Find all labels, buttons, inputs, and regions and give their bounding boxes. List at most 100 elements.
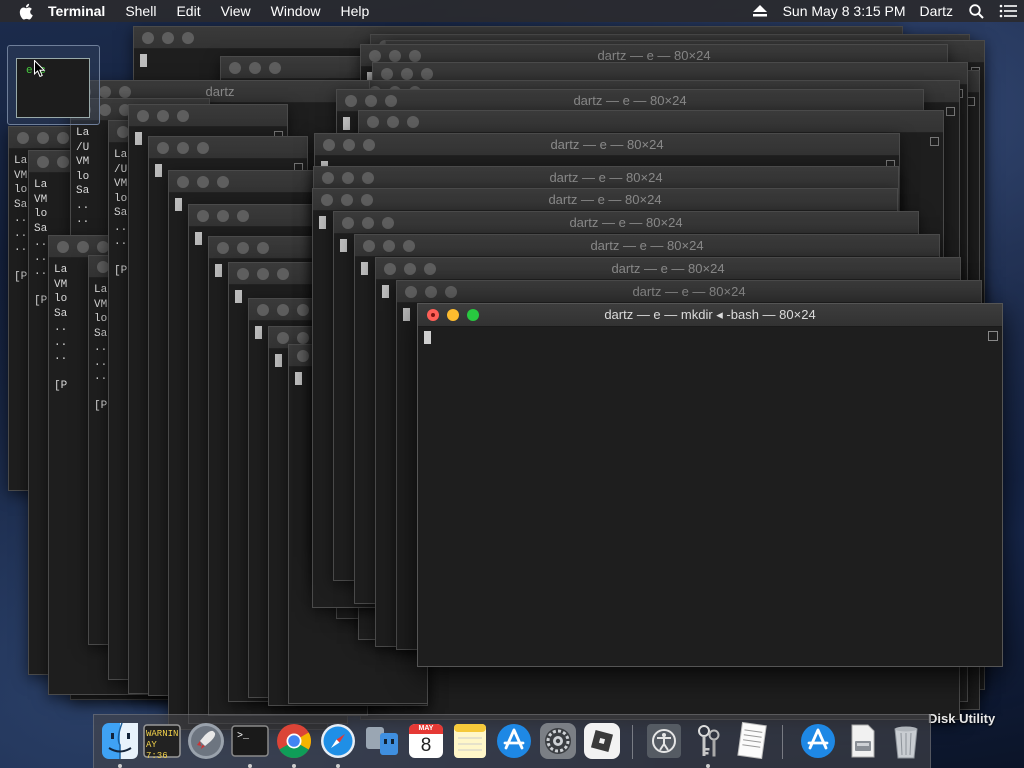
dock-trash[interactable] (886, 721, 926, 761)
menu-window[interactable]: Window (261, 0, 331, 22)
window-titlebar[interactable] (129, 105, 287, 127)
minimize-button[interactable] (297, 332, 309, 344)
window-titlebar[interactable] (359, 111, 943, 133)
zoom-button[interactable] (197, 142, 209, 154)
terminal-cursor (195, 232, 202, 245)
dock-keychain-access[interactable] (688, 721, 728, 768)
minimize-button[interactable] (277, 304, 289, 316)
spotlight-search-icon[interactable] (966, 0, 986, 22)
terminal-cursor (255, 326, 262, 339)
minimize-button[interactable] (237, 242, 249, 254)
close-button[interactable] (137, 110, 149, 122)
dock-system-preferences[interactable] (538, 721, 578, 761)
window-titlebar[interactable]: dartz — e — 80×24 (334, 212, 918, 234)
zoom-button[interactable] (182, 32, 194, 44)
dock-notes[interactable] (450, 721, 490, 761)
apple-menu-icon[interactable] (18, 0, 34, 22)
window-title: dartz — e — 80×24 (569, 215, 683, 230)
window-titlebar[interactable]: dartz — e — 80×24 (314, 167, 898, 189)
running-indicator (292, 764, 296, 768)
close-button[interactable] (217, 242, 229, 254)
dock-console[interactable]: WARNIN AY 7:36 (142, 721, 182, 761)
close-button[interactable] (142, 32, 154, 44)
minimize-button[interactable] (99, 104, 111, 116)
window-titlebar[interactable]: dartz — e — 80×24 (376, 258, 960, 280)
window-controls (142, 32, 194, 44)
minimize-button[interactable] (217, 210, 229, 222)
close-button[interactable] (257, 304, 269, 316)
menu-edit[interactable]: Edit (166, 0, 210, 22)
window-titlebar[interactable]: dartz — e — 80×24 (337, 90, 923, 112)
close-button[interactable] (157, 142, 169, 154)
zoom-button[interactable] (177, 110, 189, 122)
minimize-button[interactable] (162, 32, 174, 44)
close-button[interactable] (367, 116, 379, 128)
minimize-button[interactable] (257, 268, 269, 280)
dock-installer-disk[interactable] (842, 721, 882, 761)
dock-chrome[interactable] (274, 721, 314, 768)
menu-app-terminal[interactable]: Terminal (44, 0, 115, 22)
dock-migration-assistant[interactable] (362, 721, 402, 761)
split-pane-icon[interactable] (930, 137, 939, 146)
close-button[interactable] (177, 176, 189, 188)
window-titlebar[interactable]: dartz — e — 80×24 (397, 281, 981, 303)
dock-app-store[interactable] (494, 721, 534, 761)
running-indicator (248, 764, 252, 768)
dock-finder[interactable] (100, 721, 140, 768)
front-window-titlebar[interactable]: dartz — e — mkdir ◂ -bash — 80×24 (418, 304, 1002, 327)
window-titlebar[interactable]: dartz — e — 80×24 (313, 189, 897, 211)
split-pane-icon[interactable] (988, 331, 998, 341)
dock-safari[interactable] (318, 721, 358, 768)
zoom-button[interactable] (217, 176, 229, 188)
zoom-button[interactable] (269, 62, 281, 74)
dock-terminal[interactable]: >_ (230, 721, 270, 768)
menu-shell[interactable]: Shell (115, 0, 166, 22)
window-titlebar[interactable] (149, 137, 307, 159)
close-button[interactable] (381, 68, 393, 80)
close-button[interactable] (237, 268, 249, 280)
window-titlebar[interactable] (169, 171, 327, 193)
split-pane-icon[interactable] (946, 107, 955, 116)
zoom-button[interactable] (277, 268, 289, 280)
window-titlebar[interactable]: dartz — e — 80×24 (315, 134, 899, 156)
dock-accessibility-inspector[interactable] (644, 721, 684, 761)
notification-center-icon[interactable] (998, 0, 1018, 22)
window-title: dartz — e — 80×24 (550, 137, 664, 152)
dock-calendar[interactable]: MAY 8 (406, 721, 446, 761)
minimize-button[interactable] (77, 241, 89, 253)
zoom-button[interactable] (297, 304, 309, 316)
zoom-button[interactable] (237, 210, 249, 222)
minimize-button[interactable] (177, 142, 189, 154)
zoom-button[interactable] (257, 242, 269, 254)
minimize-button[interactable] (157, 110, 169, 122)
minimize-button[interactable] (387, 116, 399, 128)
zoom-button[interactable] (421, 68, 433, 80)
close-button[interactable] (297, 350, 309, 362)
minimize-button[interactable] (57, 156, 69, 168)
minimize-button[interactable] (401, 68, 413, 80)
close-button[interactable] (229, 62, 241, 74)
zoom-button[interactable] (57, 132, 69, 144)
window-thumbnail[interactable]: e c (16, 58, 90, 118)
menu-user[interactable]: Dartz (913, 0, 960, 22)
minimize-button[interactable] (249, 62, 261, 74)
close-button[interactable] (197, 210, 209, 222)
window-titlebar[interactable]: dartz — e — 80×24 (355, 235, 939, 257)
close-button[interactable] (17, 132, 29, 144)
menu-view[interactable]: View (211, 0, 261, 22)
close-button[interactable] (57, 241, 69, 253)
zoom-button[interactable] (407, 116, 419, 128)
minimize-button[interactable] (197, 176, 209, 188)
dock-textedit[interactable] (732, 721, 772, 761)
dock-app-store-download[interactable] (798, 721, 838, 761)
window-title: dartz — e — 80×24 (611, 261, 725, 276)
minimize-button[interactable] (37, 132, 49, 144)
menu-help[interactable]: Help (330, 0, 379, 22)
eject-icon[interactable] (750, 0, 770, 22)
front-terminal-window[interactable]: dartz — e — mkdir ◂ -bash — 80×24 (417, 303, 1003, 667)
close-button[interactable] (37, 156, 49, 168)
close-button[interactable] (277, 332, 289, 344)
dock-roblox[interactable] (582, 721, 622, 761)
menu-clock[interactable]: Sun May 8 3:15 PM (776, 0, 913, 22)
dock-launchpad[interactable] (186, 721, 226, 761)
